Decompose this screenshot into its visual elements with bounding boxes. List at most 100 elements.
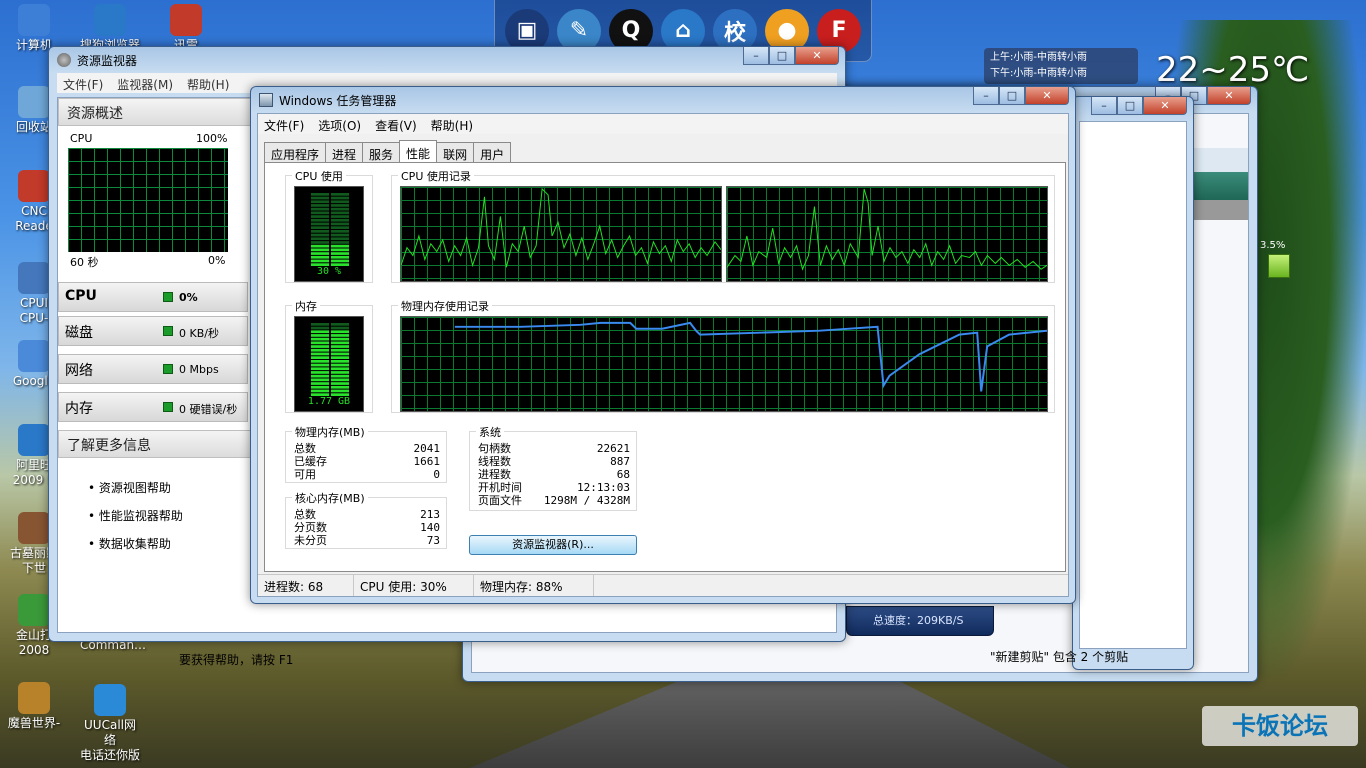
- meter-segment: [311, 323, 329, 326]
- stat-row: 进程数 68: [478, 468, 630, 481]
- meter-segment: [311, 337, 329, 341]
- tab-services[interactable]: 服务: [362, 142, 401, 162]
- snipping-window[interactable]: – □ ✕: [1072, 96, 1194, 670]
- minimize-button[interactable]: –: [1091, 97, 1117, 115]
- meter-segment: [311, 204, 329, 207]
- cpu-usage-value: 30 %: [316, 266, 342, 277]
- computer-icon: [18, 4, 50, 36]
- cpu-history-label: CPU 使用记录: [398, 168, 474, 184]
- rm-row-memory[interactable]: 内存 0 硬错误/秒: [58, 392, 248, 422]
- meter-segment: [331, 244, 349, 248]
- memory-group: 内存 1.77 GB: [285, 298, 373, 413]
- overview-header[interactable]: 资源概述: [58, 98, 258, 126]
- stat-key: 句柄数: [478, 442, 511, 455]
- stat-key: 总数: [294, 442, 316, 455]
- resource-monitor-button[interactable]: 资源监视器(R)...: [469, 535, 637, 555]
- minimize-button[interactable]: –: [973, 87, 999, 105]
- meter-segment: [311, 207, 329, 211]
- close-button[interactable]: ✕: [795, 47, 839, 65]
- close-button[interactable]: ✕: [1207, 87, 1251, 105]
- meter-segment: [331, 378, 349, 382]
- menu-file[interactable]: 文件(F): [264, 117, 304, 133]
- help-link-perfmon[interactable]: • 性能监视器帮助: [88, 502, 183, 530]
- help-link-resource-view[interactable]: • 资源视图帮助: [88, 474, 183, 502]
- meter-segment: [311, 378, 329, 382]
- help-link-data-collection[interactable]: • 数据收集帮助: [88, 530, 183, 558]
- meter-segment: [331, 241, 349, 244]
- rm-row-network[interactable]: 网络 0 Mbps: [58, 354, 248, 384]
- temperature: 22~25℃: [1156, 50, 1310, 90]
- close-button[interactable]: ✕: [1025, 87, 1069, 105]
- meter-segment: [331, 356, 349, 359]
- memory-history-graph: [400, 316, 1048, 412]
- rm-row-name: 内存: [65, 401, 93, 417]
- stat-value: 73: [426, 534, 440, 547]
- physical-memory-group: 物理内存(MB) 总数 2041 已缓存 1661 可用 0: [285, 424, 447, 483]
- desktop-icon-12[interactable]: UUCall网络 电话还你版: [80, 684, 140, 763]
- meter-segment: [311, 233, 329, 237]
- maximize-button[interactable]: □: [769, 47, 795, 65]
- menu-view[interactable]: 查看(V): [375, 117, 417, 133]
- weather-widget[interactable]: 上午:小雨-中雨转小雨 下午:小雨-中雨转小雨: [984, 48, 1138, 84]
- meter-segment: [331, 330, 349, 334]
- minimize-button[interactable]: –: [743, 47, 769, 65]
- cpu-history-graph-core-2: [726, 186, 1048, 282]
- rm-row-cpu[interactable]: CPU 0%: [58, 282, 248, 312]
- close-button[interactable]: ✕: [1143, 97, 1187, 115]
- meter-segment: [331, 360, 349, 363]
- meter-segment: [311, 211, 329, 215]
- status-bar: 进程数: 68 CPU 使用: 30% 物理内存: 88%: [258, 574, 1068, 596]
- menu-help[interactable]: 帮助(H): [187, 76, 229, 92]
- meter-segment: [331, 248, 349, 252]
- menu-monitor[interactable]: 监视器(M): [117, 76, 173, 92]
- stat-row: 总数 213: [294, 508, 440, 521]
- tab-performance[interactable]: 性能: [399, 140, 438, 162]
- meter-segment: [311, 222, 329, 226]
- menu-help[interactable]: 帮助(H): [431, 117, 473, 133]
- recycle-bin-icon: [18, 86, 50, 118]
- kingsoft-typing-icon: [18, 594, 50, 626]
- tab-networking[interactable]: 联网: [436, 142, 475, 162]
- gauge-bar: [1268, 254, 1290, 278]
- desktop-icon-8[interactable]: 魔兽世界-: [4, 682, 64, 731]
- meter-segment: [311, 371, 329, 374]
- menu-options[interactable]: 选项(O): [318, 117, 361, 133]
- maximize-button[interactable]: □: [999, 87, 1025, 105]
- tab-applications[interactable]: 应用程序: [264, 142, 327, 162]
- stat-key: 页面文件: [478, 494, 522, 507]
- status-square-icon: [163, 326, 173, 336]
- meter-segment: [311, 363, 329, 367]
- cpu-history-group: CPU 使用记录: [391, 168, 1055, 283]
- download-speed: 总速度：209KB/S: [846, 606, 994, 636]
- tab-strip: 应用程序 进程 服务 性能 联网 用户: [264, 140, 512, 162]
- memory-label: 内存: [292, 298, 320, 314]
- meter-segment: [311, 330, 329, 334]
- meter-segment: [331, 215, 349, 218]
- task-manager-window[interactable]: Windows 任务管理器 – □ ✕ 文件(F) 选项(O) 查看(V) 帮助…: [250, 86, 1076, 604]
- tab-processes[interactable]: 进程: [325, 142, 364, 162]
- tab-users[interactable]: 用户: [473, 142, 512, 162]
- gauge-percent: 3.5%: [1260, 240, 1286, 251]
- rm-graph-time: 60 秒: [70, 256, 99, 269]
- memory-history-group: 物理内存使用记录: [391, 298, 1055, 413]
- meter-segment: [311, 252, 329, 255]
- system-group: 系统 句柄数 22621 线程数 887 进程数 68 开机时间 12:13:03 页面文件 12…: [469, 424, 637, 511]
- meter-segment: [311, 248, 329, 252]
- learn-more-header[interactable]: 了解更多信息: [58, 430, 258, 458]
- meter-segment: [331, 389, 349, 393]
- forum-watermark: 卡饭论坛: [1202, 706, 1358, 746]
- maximize-button[interactable]: □: [1117, 97, 1143, 115]
- google-icon: [18, 340, 50, 372]
- stat-row: 可用 0: [294, 468, 440, 481]
- desktop-gauge-widget[interactable]: 3.5%: [1260, 240, 1294, 280]
- cpu-history-graph-core-1: [400, 186, 722, 282]
- meter-segment: [311, 334, 329, 337]
- status-square-icon: [163, 402, 173, 412]
- meter-segment: [311, 215, 329, 218]
- rm-row-disk[interactable]: 磁盘 0 KB/秒: [58, 316, 248, 346]
- xunlei-icon: [170, 4, 202, 36]
- menu-file[interactable]: 文件(F): [63, 76, 103, 92]
- tomb-raider-icon: [18, 512, 50, 544]
- meter-segment: [331, 255, 349, 259]
- meter-segment: [331, 196, 349, 200]
